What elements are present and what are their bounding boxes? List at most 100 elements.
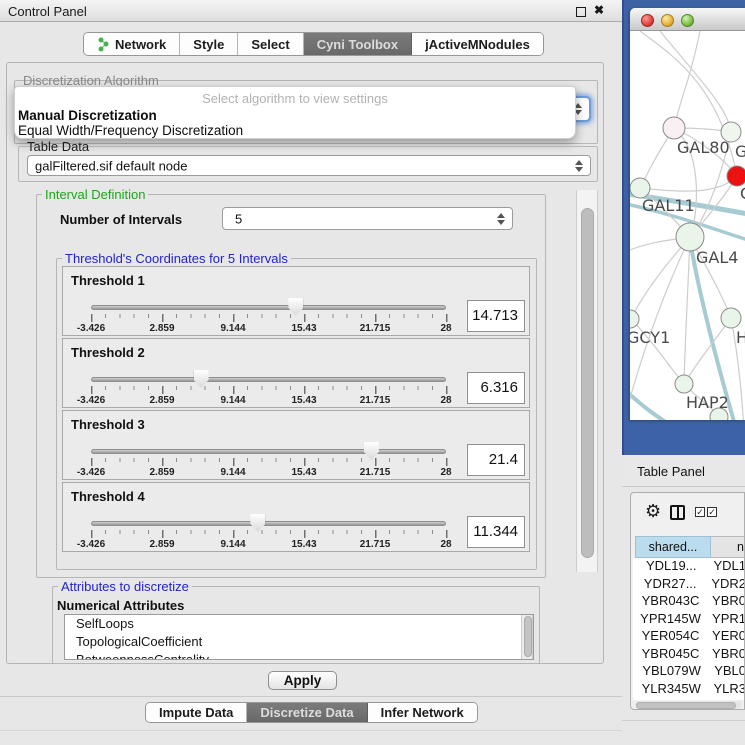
threshold-4-value-field[interactable]: 11.344 bbox=[467, 516, 525, 548]
thresholds-group-title: Threshold's Coordinates for 5 Intervals bbox=[62, 251, 291, 266]
combo-arrows-icon bbox=[575, 160, 583, 172]
tick-labels: -3.4262.8599.14415.4321.71528 bbox=[91, 539, 446, 550]
divider bbox=[0, 730, 622, 731]
tab-discretize-data[interactable]: Discretize Data bbox=[247, 703, 367, 722]
tab-cyni-toolbox[interactable]: Cyni Toolbox bbox=[304, 33, 412, 55]
num-intervals-spinner[interactable]: 5 bbox=[222, 207, 513, 230]
checkbox-icon[interactable]: ✓ bbox=[707, 507, 717, 517]
column-header-name[interactable]: na bbox=[711, 536, 745, 558]
menu-item-manual-discretization[interactable]: Manual Discretization bbox=[18, 108, 157, 123]
graph-node-label: GAL11 bbox=[642, 196, 695, 215]
graph-node[interactable] bbox=[721, 308, 741, 328]
table-row[interactable]: YBR043CYBR0 bbox=[633, 593, 745, 611]
table-data-combo[interactable]: galFiltered.sif default node bbox=[27, 155, 591, 176]
close-traffic-light-icon[interactable] bbox=[641, 14, 654, 27]
num-intervals-label: Number of Intervals bbox=[60, 212, 182, 227]
graph-node[interactable] bbox=[676, 223, 704, 251]
spinner-arrows-icon bbox=[497, 213, 505, 225]
threshold-1-value-field[interactable]: 14.713 bbox=[467, 300, 525, 332]
threshold-2-slider-track[interactable] bbox=[91, 377, 446, 382]
table-body[interactable]: YDL19...YDL1YDR27...YDR2YBR043CYBR0YPR14… bbox=[633, 558, 745, 700]
tab-style[interactable]: Style bbox=[180, 33, 238, 55]
checkbox-icon[interactable]: ✓ bbox=[695, 507, 705, 517]
close-icon[interactable]: ✖ bbox=[594, 3, 604, 17]
minimize-traffic-light-icon[interactable] bbox=[661, 14, 674, 27]
graph-node-label: GCY1 bbox=[630, 328, 670, 347]
graph-node[interactable] bbox=[630, 178, 650, 198]
threshold-3-panel: Threshold 3 -3.4262.8599.14415.4321.7152… bbox=[62, 410, 530, 480]
graph-node-label: GA bbox=[735, 142, 745, 161]
table-hscrollbar-track[interactable] bbox=[635, 701, 742, 709]
threshold-2-panel: Threshold 2 -3.4262.8599.14415.4321.7152… bbox=[62, 338, 530, 408]
window-title: Control Panel bbox=[8, 4, 87, 19]
algorithm-hint: Select algorithm to view settings bbox=[15, 91, 575, 106]
graph-node-label: GAL80 bbox=[677, 138, 730, 157]
threshold-2-value-field[interactable]: 6.316 bbox=[467, 372, 525, 404]
tick-labels: -3.4262.8599.14415.4321.71528 bbox=[91, 467, 446, 478]
threshold-1-panel: Threshold 1 -3.4262.8599.14415.4321.7152… bbox=[62, 266, 530, 336]
attributes-scrollbar-track[interactable] bbox=[521, 615, 533, 659]
menu-item-equal-width-discretization[interactable]: Equal Width/Frequency Discretization bbox=[18, 123, 243, 138]
interval-definition-title: Interval Definition bbox=[42, 187, 148, 202]
table-row[interactable]: YDL19...YDL1 bbox=[633, 558, 745, 576]
table-row[interactable]: YPR145WYPR1 bbox=[633, 611, 745, 629]
tick-labels: -3.4262.8599.14415.4321.71528 bbox=[91, 395, 446, 406]
graph-node-label: H bbox=[736, 328, 745, 347]
table-row[interactable]: YIL053CYIL0 bbox=[633, 698, 745, 700]
table-header-row: shared... na bbox=[635, 536, 745, 558]
attribute-list-item[interactable]: SelfLoops bbox=[65, 615, 533, 633]
panel-scrollbar-track[interactable] bbox=[576, 190, 598, 572]
algorithm-dropdown-popup: Select algorithm to view settings Manual… bbox=[14, 86, 576, 139]
graph-node-label: GAL4 bbox=[696, 248, 738, 267]
graph-node[interactable] bbox=[727, 166, 745, 186]
graph-node-label: C bbox=[740, 184, 745, 203]
table-data-title: Table Data bbox=[24, 139, 92, 154]
gear-icon[interactable]: ⚙ bbox=[645, 502, 661, 520]
panel-scrollbar-thumb[interactable] bbox=[581, 208, 594, 558]
threshold-1-slider-track[interactable] bbox=[91, 305, 446, 310]
threshold-3-value-field[interactable]: 21.4 bbox=[467, 444, 525, 476]
cytoscape-panel-tabs: Network Style Select Cyni Toolbox jActiv… bbox=[83, 32, 544, 56]
tab-jactivemnodules[interactable]: jActiveMNodules bbox=[412, 33, 543, 55]
tab-impute-data[interactable]: Impute Data bbox=[146, 703, 247, 722]
tab-network[interactable]: Network bbox=[84, 33, 180, 55]
table-row[interactable]: YER054CYER0 bbox=[633, 628, 745, 646]
table-hscrollbar-thumb[interactable] bbox=[636, 702, 736, 709]
network-graph[interactable]: GAL80 GA C GAL11 GAL4 GCY1 H HAP2 bbox=[630, 31, 745, 420]
graph-node[interactable] bbox=[663, 117, 685, 139]
table-row[interactable]: YDR27...YDR2 bbox=[633, 576, 745, 594]
threshold-4-slider-track[interactable] bbox=[91, 521, 446, 526]
threshold-3-slider-track[interactable] bbox=[91, 449, 446, 454]
tick-labels: -3.4262.8599.14415.4321.71528 bbox=[91, 323, 446, 334]
table-row[interactable]: YLR345WYLR3 bbox=[633, 681, 745, 699]
network-view-window[interactable]: GAL80 GA C GAL11 GAL4 GCY1 H HAP2 bbox=[630, 8, 745, 420]
column-header-shared-name[interactable]: shared... bbox=[635, 536, 711, 558]
numerical-attributes-label: Numerical Attributes bbox=[57, 598, 184, 613]
graph-node[interactable] bbox=[630, 310, 639, 328]
network-window-titlebar[interactable] bbox=[630, 8, 745, 31]
table-row[interactable]: YBL079WYBL0 bbox=[633, 663, 745, 681]
attribute-list-item[interactable]: BetweennessCentrality bbox=[65, 651, 533, 660]
threshold-4-panel: Threshold 4 -3.4262.8599.14415.4321.7152… bbox=[62, 482, 530, 552]
table-panel: ⚙ ✓ ✓ shared... na YDL19...YDL1YDR27...Y… bbox=[630, 492, 745, 710]
apply-button[interactable]: Apply bbox=[268, 671, 337, 690]
attributes-group-title: Attributes to discretize bbox=[58, 579, 192, 594]
divider bbox=[0, 696, 622, 697]
tab-select[interactable]: Select bbox=[238, 33, 303, 55]
graph-node[interactable] bbox=[675, 375, 693, 393]
zoom-traffic-light-icon[interactable] bbox=[681, 14, 694, 27]
divider bbox=[622, 720, 745, 721]
attribute-list-item[interactable]: TopologicalCoefficient bbox=[65, 633, 533, 651]
table-panel-header: Table Panel bbox=[622, 455, 745, 487]
numerical-attributes-list[interactable]: SelfLoopsTopologicalCoefficientBetweenne… bbox=[64, 614, 534, 660]
attributes-scrollbar-thumb[interactable] bbox=[524, 616, 532, 657]
table-panel-title: Table Panel bbox=[637, 464, 705, 479]
split-column-icon[interactable] bbox=[670, 505, 685, 520]
float-window-icon[interactable] bbox=[576, 7, 586, 17]
tab-infer-network[interactable]: Infer Network bbox=[368, 703, 477, 722]
table-row[interactable]: YBR045CYBR0 bbox=[633, 646, 745, 664]
control-panel-titlebar: Control Panel ✖ bbox=[0, 0, 622, 22]
graph-node-label: HAP2 bbox=[686, 393, 729, 412]
network-icon bbox=[97, 37, 110, 52]
cyni-mode-tabs: Impute Data Discretize Data Infer Networ… bbox=[145, 702, 478, 723]
